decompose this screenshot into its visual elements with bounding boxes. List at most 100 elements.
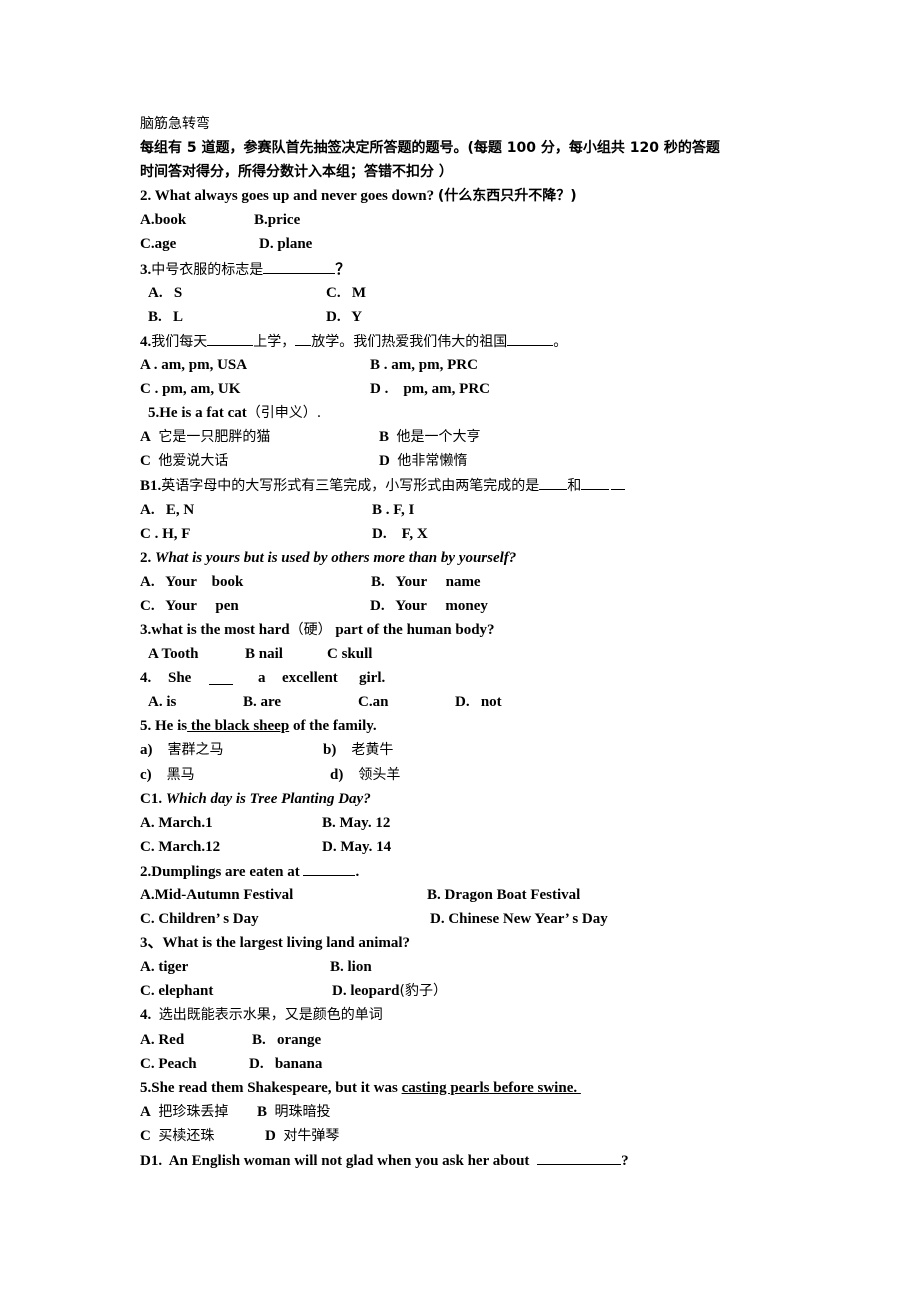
- answer-blank: [507, 329, 554, 346]
- options-row: A. E, N B . F, I: [140, 498, 800, 522]
- question-c5: 5.She read them Shakespeare, but it was …: [140, 1076, 800, 1100]
- option-c: C skull: [327, 646, 373, 663]
- question-suffix: ？: [335, 261, 351, 278]
- question-text: of the family.: [289, 718, 377, 735]
- question-text: 2. What always goes up and never goes do…: [140, 188, 438, 205]
- question-b2: 2. What is yours but is used by others m…: [140, 546, 800, 570]
- answer-dash: [581, 480, 610, 491]
- quiz-document: 脑筋急转弯 每组有 5 道题，参赛队首先抽签决定所答题的题号。(每题 100 分…: [140, 112, 800, 1172]
- option-a: A. S: [148, 284, 183, 301]
- option-a: A. Your book: [140, 573, 244, 590]
- question-cn-hint: （引申义）.: [246, 405, 322, 422]
- option-letter: c): [140, 766, 152, 783]
- options-row: A.Mid-Autumn Festival B. Dragon Boat Fes…: [140, 883, 800, 907]
- option-text: 把珍珠丢掉: [158, 1103, 229, 1120]
- question-cn-hint: （硬）: [289, 621, 332, 638]
- options-row: B. L D. Y: [140, 305, 800, 329]
- question-text: 英语字母中的大写形式有三笔完成，小写形式由两笔完成的是: [161, 478, 540, 495]
- option-b: B . am, pm, PRC: [370, 356, 478, 373]
- option-b: B. lion: [330, 959, 372, 976]
- question-number: 3.: [140, 261, 152, 278]
- options-row: C 买椟还珠 D 对牛弹琴: [140, 1124, 800, 1148]
- question-text: Which day is Tree Planting Day?: [165, 790, 371, 807]
- question-text: 中号衣服的标志是: [151, 261, 264, 278]
- option-letter: A: [140, 429, 151, 446]
- question-text: 我们每天: [151, 333, 208, 350]
- question-suffix: ?: [621, 1153, 629, 1170]
- options-row: A 把珍珠丢掉 B 明珠暗投: [140, 1100, 800, 1124]
- option-text: 买椟还珠: [158, 1127, 215, 1144]
- question-number: 4.: [140, 1007, 159, 1024]
- question-text: 5.She read them Shakespeare, but it was: [140, 1079, 402, 1096]
- option-text: 老黄牛: [351, 742, 394, 759]
- underlined-phrase: the black sheep: [187, 718, 290, 735]
- underlined-phrase: casting pearls before swine.: [401, 1079, 581, 1096]
- question-suffix: .: [355, 863, 360, 880]
- question-text: She: [168, 670, 192, 687]
- question-text: 3.what is the most hard: [140, 621, 290, 638]
- option-b: B nail: [245, 646, 283, 663]
- option-a: A. Red: [140, 1031, 185, 1048]
- options-row: C.age D. plane: [140, 232, 800, 256]
- option-letter: A: [140, 1103, 151, 1120]
- options-row: C. March.12 D. May. 14: [140, 835, 800, 859]
- option-d: D . pm, am, PRC: [370, 381, 490, 398]
- option-text: 对牛弹琴: [283, 1127, 340, 1144]
- option-c: C. M: [326, 284, 366, 301]
- option-letter: D: [265, 1127, 276, 1144]
- answer-blank: [537, 1148, 622, 1166]
- option-c: C. Your pen: [140, 597, 239, 614]
- question-c3: 3、What is the largest living land animal…: [140, 931, 800, 955]
- option-text: D. leopard: [332, 983, 400, 1000]
- question-number: C1.: [140, 790, 166, 807]
- option-letter: B: [379, 429, 390, 446]
- answer-blank: [263, 257, 336, 274]
- option-b: B.price: [254, 212, 301, 229]
- question-number: 2.: [140, 549, 155, 566]
- options-row: a) 害群之马 b) 老黄牛: [140, 738, 800, 762]
- question-number: 4.: [140, 333, 152, 350]
- options-row: A.book B.price: [140, 208, 800, 232]
- option-a: A. March.1: [140, 814, 213, 831]
- question-a4: 4.我们每天 上学， 放学。我们热爱我们伟大的祖国 。: [140, 329, 800, 353]
- question-text: 选出既能表示水果，又是颜色的单词: [158, 1007, 383, 1024]
- option-letter: C: [140, 1127, 151, 1144]
- option-c: C.an: [358, 694, 389, 711]
- option-text: 害群之马: [167, 742, 224, 759]
- options-row: C . H, F D. F, X: [140, 522, 800, 546]
- option-c: C.age: [140, 236, 177, 253]
- option-text: 它是一只肥胖的猫: [158, 429, 271, 446]
- option-d: D. Your money: [370, 597, 488, 614]
- option-d: D. F, X: [372, 525, 428, 542]
- question-a5: 5.He is a fat cat（引申义）.: [140, 401, 800, 425]
- option-d: D. Y: [326, 308, 363, 325]
- question-d1: D1. An English woman will not glad when …: [140, 1148, 800, 1172]
- option-a: A Tooth: [148, 646, 199, 663]
- options-row: A. S C. M: [140, 281, 800, 305]
- question-number: 4.: [140, 670, 152, 687]
- option-text: 他是一个大亨: [396, 429, 481, 446]
- options-row: C. elephant D. leopard(豹子）: [140, 979, 800, 1003]
- option-d: D. May. 14: [322, 838, 392, 855]
- answer-blank: [207, 329, 254, 346]
- option-text: 黑马: [166, 766, 195, 783]
- option-d: D. not: [455, 694, 502, 711]
- option-d: D. leopard(豹子）: [332, 979, 447, 1003]
- option-b: B. May. 12: [322, 814, 391, 831]
- option-letter: B: [257, 1103, 268, 1120]
- question-b3: 3.what is the most hard（硬） part of the h…: [140, 618, 800, 642]
- question-text: 。: [553, 333, 568, 350]
- option-c: C . H, F: [140, 525, 191, 542]
- options-row: A 它是一只肥胖的猫 B 他是一个大亨: [140, 425, 800, 449]
- option-text: 明珠暗投: [274, 1103, 331, 1120]
- option-c: C. elephant: [140, 983, 214, 1000]
- option-a: A.Mid-Autumn Festival: [140, 887, 294, 903]
- question-a2: 2. What always goes up and never goes do…: [140, 184, 800, 208]
- question-text: part of the human body?: [331, 621, 495, 638]
- rules-line-2: 时间答对得分，所得分数计入本组；答错不扣分 ）: [140, 160, 800, 184]
- options-row: c) 黑马 d) 领头羊: [140, 763, 800, 787]
- option-c: C. Children’ s Day: [140, 911, 259, 928]
- question-text: 和: [567, 478, 582, 495]
- options-row: A Tooth B nail C skull: [140, 642, 800, 666]
- answer-blank: [539, 473, 568, 491]
